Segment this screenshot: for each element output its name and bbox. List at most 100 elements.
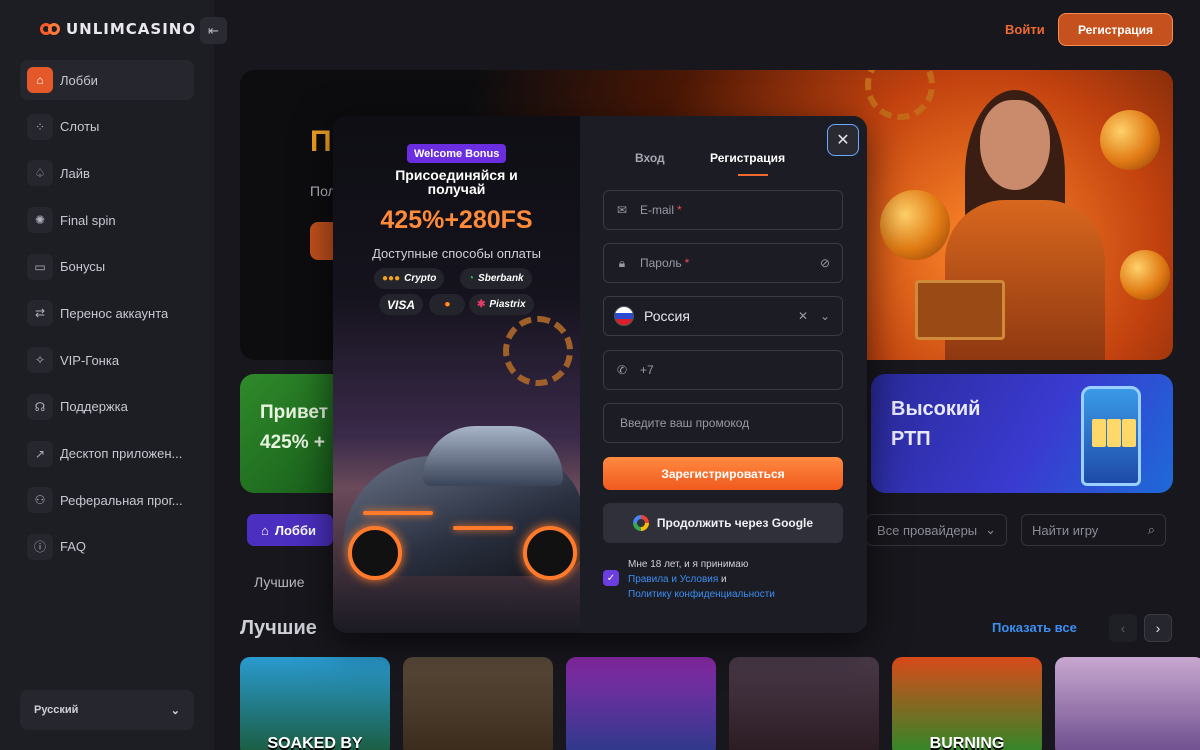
game-tile[interactable] (729, 657, 879, 750)
chevron-right-icon: › (1155, 620, 1161, 636)
game-tile[interactable] (566, 657, 716, 750)
users-icon: ⚇ (27, 487, 53, 514)
hero-title: П (310, 125, 332, 158)
grid-icon: ⁘ (27, 113, 53, 140)
eye-off-icon[interactable]: ⊘ (820, 256, 830, 270)
terms-and: и (718, 574, 727, 585)
chevron-down-icon[interactable]: ⌄ (820, 309, 830, 323)
providers-dropdown[interactable]: Все провайдеры ⌄ (866, 514, 1007, 546)
hero-subtitle: Пол (310, 183, 336, 199)
sidebar-item[interactable]: ↗ Десктоп приложен... (20, 434, 194, 474)
tab-indicator (738, 174, 768, 176)
terms-line: Мне 18 лет, и я принимаю (628, 559, 749, 570)
sidebar-item[interactable]: ▭ Бонусы (20, 247, 194, 287)
sidebar: UNLIMCASINO ⌂ Лобби ⁘ Слоты ♤ Лайв ✺ Final spin… (0, 0, 214, 750)
clear-icon[interactable]: ✕ (798, 309, 808, 323)
logo-text: UNLIMCASINO (66, 20, 197, 38)
sidebar-item-label: Слоты (60, 119, 100, 135)
coin-decoration (880, 190, 950, 260)
sidebar-item-label: Перенос аккаунта (60, 305, 169, 321)
email-field[interactable]: ✉ E-mail * (603, 190, 843, 230)
game-title: BURNING (929, 735, 1005, 750)
hero-character (915, 90, 1105, 360)
sidebar-item[interactable]: ✧ VIP-Гонка (20, 340, 194, 380)
phone-field[interactable]: ✆ +7 (603, 350, 843, 390)
sidebar-item[interactable]: ⚇ Реферальная прог... (20, 480, 194, 520)
russia-flag-icon (614, 306, 634, 326)
google-label: Продолжить через Google (656, 516, 814, 530)
sidebar-item[interactable]: ⁘ Слоты (20, 107, 194, 147)
game-tile[interactable] (1055, 657, 1200, 750)
show-all-link[interactable]: Показать все (992, 620, 1077, 635)
slot-machine-icon (1081, 386, 1141, 486)
sidebar-item[interactable]: ☊ Поддержка (20, 387, 194, 427)
country-select[interactable]: Россия ✕ ⌄ (603, 296, 843, 336)
search-icon: ⌕ (1147, 522, 1155, 537)
promo-code-field[interactable]: Введите ваш промокод (603, 403, 843, 443)
providers-label: Все провайдеры (877, 522, 978, 538)
sidebar-item[interactable]: ⌂ Лобби (20, 60, 194, 100)
lock-icon: 🔒︎ (618, 255, 626, 270)
game-tile[interactable]: BURNING (892, 657, 1042, 750)
coin-decoration (1100, 110, 1160, 170)
promo-subtitle: 425% + (260, 432, 325, 453)
external-icon: ↗ (27, 440, 53, 467)
carousel-prev-button[interactable]: ‹ (1109, 614, 1137, 642)
collapse-sidebar-button[interactable]: ⇤ (200, 17, 227, 44)
terms-link[interactable]: Правила и Условия (628, 574, 718, 585)
sidebar-item[interactable]: ⓘ FAQ (20, 527, 194, 567)
sidebar-item-label: Бонусы (60, 259, 106, 275)
tab-lobby[interactable]: ⌂ Лобби (247, 514, 333, 546)
logo[interactable]: UNLIMCASINO (40, 20, 196, 38)
ticket-icon: ▭ (27, 253, 53, 280)
google-icon (632, 515, 649, 531)
sidebar-item-label: Лайв (60, 165, 90, 181)
required-mark: * (677, 203, 682, 217)
close-button[interactable]: ✕ (827, 124, 859, 156)
close-icon: ✕ (836, 132, 850, 149)
password-field[interactable]: 🔒︎ Пароль * ⊘ (603, 243, 843, 283)
register-button[interactable]: Регистрация (1058, 13, 1173, 46)
language-select[interactable]: Русский ⌄ (20, 690, 194, 730)
tab-best[interactable]: Лучшие (254, 574, 304, 590)
games-carousel: SOAKED BY BURNING (240, 657, 1200, 750)
terms-text: Мне 18 лет, и я принимаю Правила и Услов… (628, 557, 775, 602)
google-signin-button[interactable]: Продолжить через Google (603, 503, 843, 543)
phone-prefix: +7 (640, 363, 654, 377)
headset-icon: ☊ (27, 393, 53, 420)
collapse-icon: ⇤ (208, 22, 219, 38)
wheel-icon: ✺ (27, 207, 53, 234)
search-placeholder: Найти игру (1032, 522, 1099, 538)
terms-checkbox[interactable]: ✓ (603, 570, 619, 586)
gear-decoration (865, 70, 935, 120)
tab-label: Лобби (274, 522, 316, 538)
privacy-link[interactable]: Политику конфиденциальности (628, 589, 775, 600)
tab-login[interactable]: Вход (635, 151, 665, 165)
sidebar-item-label: Поддержка (60, 399, 128, 415)
logo-icon (40, 21, 60, 37)
registration-form: ✕ Вход Регистрация ✉ E-mail * 🔒︎ Пароль * … (333, 116, 867, 633)
sidebar-item[interactable]: ✺ Final spin (20, 200, 194, 240)
game-search-input[interactable]: Найти игру ⌕ (1021, 514, 1166, 546)
sparkle-icon: ✧ (27, 347, 53, 374)
sidebar-item[interactable]: ⇄ Перенос аккаунта (20, 293, 194, 333)
required-mark: * (684, 256, 690, 270)
sidebar-item-label: VIP-Гонка (60, 352, 120, 368)
register-submit-button[interactable]: Зарегистрироваться (603, 457, 843, 490)
promo-title: Привет (260, 402, 328, 423)
carousel-next-button[interactable]: › (1144, 614, 1172, 642)
phone-icon: ✆ (616, 363, 628, 377)
sidebar-item[interactable]: ♤ Лайв (20, 153, 194, 193)
home-icon: ⌂ (261, 522, 269, 538)
game-title: SOAKED BY (267, 735, 363, 750)
info-icon: ⓘ (27, 533, 53, 560)
login-link[interactable]: Войти (1005, 22, 1045, 37)
sidebar-item-label: Реферальная прог... (60, 492, 183, 508)
high-rtp-promo-tile[interactable]: Высокий РТП (871, 374, 1173, 493)
country-value: Россия (644, 308, 690, 324)
game-tile[interactable] (403, 657, 553, 750)
game-tile[interactable]: SOAKED BY (240, 657, 390, 750)
mail-icon: ✉ (616, 203, 628, 217)
chevron-down-icon: ⌄ (985, 522, 996, 537)
tab-register[interactable]: Регистрация (710, 151, 785, 165)
